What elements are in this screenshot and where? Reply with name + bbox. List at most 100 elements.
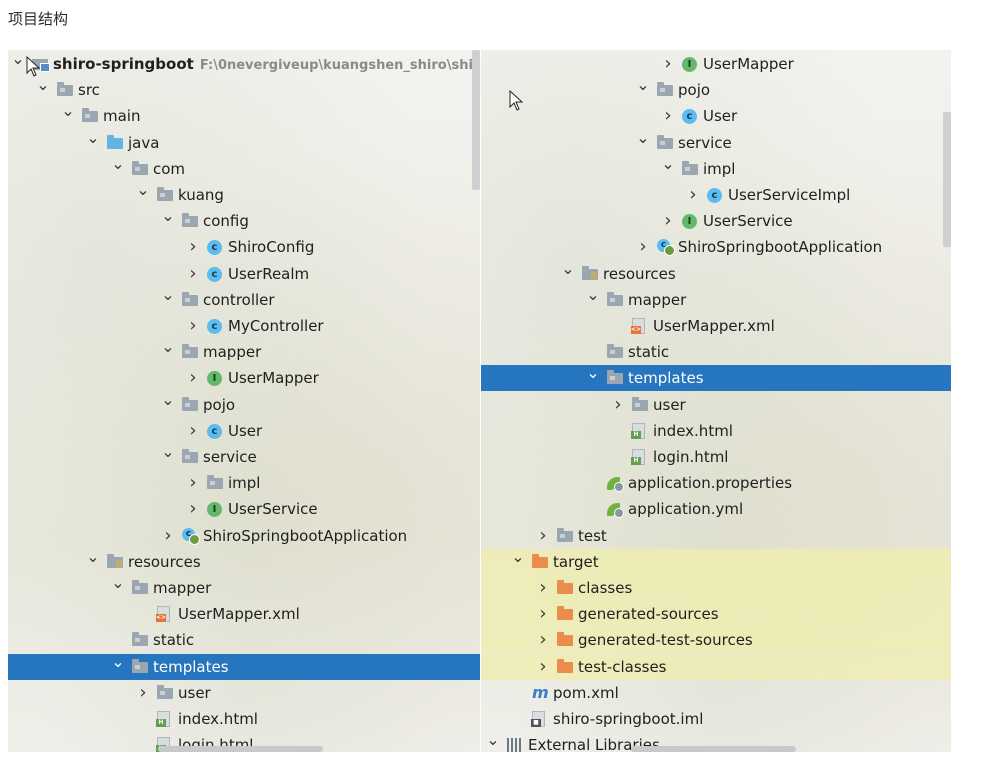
- chevron-down-icon[interactable]: ⌄: [586, 282, 600, 308]
- vertical-scrollbar[interactable]: [943, 112, 951, 247]
- tree-node-index-html[interactable]: Hindex.html: [8, 706, 480, 732]
- tree-node-service[interactable]: ⌄ service: [481, 128, 951, 156]
- tree-node-impl[interactable]: › impl: [8, 470, 480, 496]
- tree-node-service[interactable]: ⌄ service: [8, 442, 480, 470]
- tree-node-usermapper-xml[interactable]: <> UserMapper.xml: [8, 601, 480, 627]
- chevron-right-icon[interactable]: ›: [536, 601, 550, 627]
- chevron-down-icon[interactable]: ⌄: [161, 282, 175, 308]
- chevron-right-icon[interactable]: ›: [661, 208, 675, 234]
- chevron-down-icon[interactable]: ⌄: [111, 151, 125, 177]
- chevron-right-icon[interactable]: ›: [186, 496, 200, 522]
- chevron-down-icon[interactable]: ⌄: [161, 334, 175, 360]
- tree-node-test[interactable]: › test: [481, 523, 951, 549]
- chevron-right-icon[interactable]: ›: [611, 392, 625, 418]
- chevron-right-icon[interactable]: ›: [161, 523, 175, 549]
- tree-node-main[interactable]: ⌄ main: [8, 101, 480, 129]
- tree-node-static[interactable]: static: [481, 339, 951, 365]
- tree-node-label: generated-test-sources: [578, 631, 753, 650]
- tree-node-mapper[interactable]: ⌄ mapper: [8, 573, 480, 601]
- tree-node-usermapper-xml[interactable]: <> UserMapper.xml: [481, 313, 951, 339]
- chevron-right-icon[interactable]: ›: [136, 680, 150, 706]
- tree-node-userservice[interactable]: › I UserService: [481, 208, 951, 234]
- tree-node-com[interactable]: ⌄ com: [8, 154, 480, 182]
- chevron-down-icon[interactable]: ⌄: [136, 177, 150, 203]
- tree-node-application-yml[interactable]: application.yml: [481, 496, 951, 522]
- chevron-down-icon[interactable]: ⌄: [511, 544, 525, 570]
- chevron-right-icon[interactable]: ›: [186, 470, 200, 496]
- tree-node-templates[interactable]: ⌄ templates: [8, 652, 480, 680]
- chevron-down-icon[interactable]: ⌄: [161, 203, 175, 229]
- tree-node-application-properties[interactable]: application.properties: [481, 470, 951, 496]
- tree-node-shirospringbootapplication[interactable]: › c ShiroSpringbootApplication: [8, 523, 480, 549]
- chevron-down-icon[interactable]: ⌄: [86, 544, 100, 570]
- tree-node-mapper[interactable]: ⌄ mapper: [8, 337, 480, 365]
- tree-node-user[interactable]: › user: [481, 392, 951, 418]
- tree-node-generated-test-sources[interactable]: › generated-test-sources: [481, 627, 951, 654]
- tree-node-pojo[interactable]: ⌄ pojo: [481, 75, 951, 103]
- chevron-down-icon[interactable]: ⌄: [111, 570, 125, 596]
- horizontal-scrollbar[interactable]: [158, 746, 323, 752]
- tree-node-generated-sources[interactable]: › generated-sources: [481, 601, 951, 628]
- tree-node-target[interactable]: ⌄ target: [481, 547, 951, 575]
- chevron-down-icon[interactable]: ⌄: [636, 125, 650, 151]
- tree-node-shiro-springboot-iml[interactable]: ■ shiro-springboot.iml: [481, 706, 951, 732]
- chevron-right-icon[interactable]: ›: [686, 182, 700, 208]
- chevron-right-icon[interactable]: ›: [661, 103, 675, 129]
- chevron-right-icon[interactable]: ›: [186, 365, 200, 391]
- tree-node-usermapper[interactable]: › I UserMapper: [8, 365, 480, 391]
- chevron-down-icon[interactable]: ⌄: [61, 98, 75, 124]
- tree-node-index-html[interactable]: Hindex.html: [481, 418, 951, 444]
- chevron-down-icon[interactable]: ⌄: [636, 72, 650, 98]
- tree-node-controller[interactable]: ⌄ controller: [8, 285, 480, 313]
- chevron-right-icon[interactable]: ›: [661, 51, 675, 77]
- tree-node-login-html[interactable]: Hlogin.html: [481, 444, 951, 470]
- chevron-right-icon[interactable]: ›: [536, 654, 550, 680]
- chevron-down-icon[interactable]: ⌄: [586, 360, 600, 386]
- tree-node-user[interactable]: › user: [8, 680, 480, 706]
- vertical-scrollbar[interactable]: [472, 50, 480, 190]
- chevron-right-icon[interactable]: ›: [186, 261, 200, 287]
- chevron-down-icon[interactable]: ⌄: [161, 439, 175, 465]
- tree-node-templates[interactable]: ⌄ templates: [481, 363, 951, 392]
- tree-node-userserviceimpl[interactable]: › c UserServiceImpl: [481, 182, 951, 208]
- chevron-right-icon[interactable]: ›: [536, 575, 550, 601]
- chevron-down-icon[interactable]: ⌄: [86, 125, 100, 151]
- tree-node-config[interactable]: ⌄ config: [8, 206, 480, 234]
- tree-node-static[interactable]: static: [8, 627, 480, 653]
- tree-node-impl[interactable]: ⌄ impl: [481, 154, 951, 182]
- tree-node-pojo[interactable]: ⌄ pojo: [8, 390, 480, 418]
- chevron-right-icon[interactable]: ›: [186, 234, 200, 260]
- tree-node-resources[interactable]: ⌄ resources: [8, 547, 480, 575]
- chevron-right-icon[interactable]: ›: [636, 234, 650, 260]
- tree-node-src[interactable]: ⌄ src: [8, 75, 480, 103]
- chevron-right-icon[interactable]: ›: [186, 313, 200, 339]
- tree-node-mapper[interactable]: ⌄ mapper: [481, 285, 951, 313]
- project-tree-right[interactable]: › I UserMapper ⌄ pojo › c User ⌄ service ⌄ impl › c Us…: [481, 50, 951, 752]
- tree-node-kuang[interactable]: ⌄ kuang: [8, 180, 480, 208]
- tree-node-test-classes[interactable]: › test-classes: [481, 653, 951, 680]
- chevron-down-icon[interactable]: ⌄: [661, 151, 675, 177]
- horizontal-scrollbar[interactable]: [631, 746, 796, 752]
- chevron-right-icon[interactable]: ›: [536, 523, 550, 549]
- chevron-right-icon[interactable]: ›: [186, 418, 200, 444]
- tree-node-mycontroller[interactable]: › c MyController: [8, 313, 480, 339]
- tree-node-user[interactable]: › c User: [481, 103, 951, 129]
- tree-node-user[interactable]: › c User: [8, 418, 480, 444]
- chevron-down-icon[interactable]: ⌄: [11, 50, 25, 72]
- chevron-down-icon[interactable]: ⌄: [486, 727, 500, 752]
- tree-node-usermapper[interactable]: › I UserMapper: [481, 51, 951, 77]
- tree-node-shirospringbootapplication[interactable]: › c ShiroSpringbootApplication: [481, 234, 951, 260]
- chevron-right-icon[interactable]: ›: [536, 627, 550, 653]
- tree-node-userrealm[interactable]: › c UserRealm: [8, 261, 480, 287]
- tree-node-pom-xml[interactable]: m pom.xml: [481, 680, 951, 706]
- tree-node-classes[interactable]: › classes: [481, 575, 951, 601]
- project-tree-left[interactable]: ⌄ shiro-springboot F:\0nevergiveup\kuangsh…: [8, 50, 480, 752]
- tree-node-shiro-springboot[interactable]: ⌄ shiro-springboot F:\0nevergiveup\kuangsh…: [8, 50, 480, 77]
- chevron-down-icon[interactable]: ⌄: [561, 256, 575, 282]
- tree-node-shiroconfig[interactable]: › c ShiroConfig: [8, 234, 480, 260]
- chevron-down-icon[interactable]: ⌄: [111, 649, 125, 675]
- tree-node-userservice[interactable]: › I UserService: [8, 496, 480, 522]
- tree-node-java[interactable]: ⌄ java: [8, 128, 480, 156]
- tree-node-resources[interactable]: ⌄ resources: [481, 259, 951, 287]
- chevron-down-icon[interactable]: ⌄: [161, 387, 175, 413]
